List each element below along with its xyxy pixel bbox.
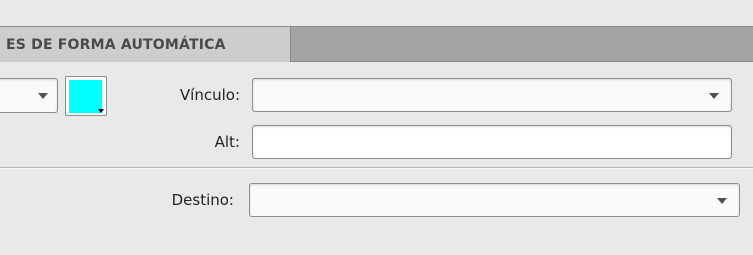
alt-input[interactable] bbox=[252, 125, 732, 159]
left-dropdown[interactable] bbox=[0, 78, 58, 113]
properties-panel: ES DE FORMA AUTOMÁTICA Vínculo: Alt: Des… bbox=[0, 0, 753, 255]
destino-label: Destino: bbox=[171, 191, 234, 209]
tab-strip: ES DE FORMA AUTOMÁTICA bbox=[0, 26, 753, 63]
color-dropdown-icon bbox=[98, 109, 104, 113]
vinculo-label: Vínculo: bbox=[179, 86, 240, 104]
tab-auto-format[interactable]: ES DE FORMA AUTOMÁTICA bbox=[0, 26, 291, 63]
alt-label: Alt: bbox=[214, 133, 240, 151]
color-picker-button[interactable] bbox=[65, 76, 107, 116]
chevron-down-icon bbox=[717, 198, 727, 204]
divider-highlight bbox=[0, 168, 753, 169]
vinculo-dropdown[interactable] bbox=[252, 78, 732, 112]
panel-body: Vínculo: Alt: Destino: bbox=[0, 62, 753, 255]
chevron-down-icon bbox=[38, 93, 48, 99]
destino-dropdown[interactable] bbox=[249, 183, 740, 217]
chevron-down-icon bbox=[709, 93, 719, 99]
